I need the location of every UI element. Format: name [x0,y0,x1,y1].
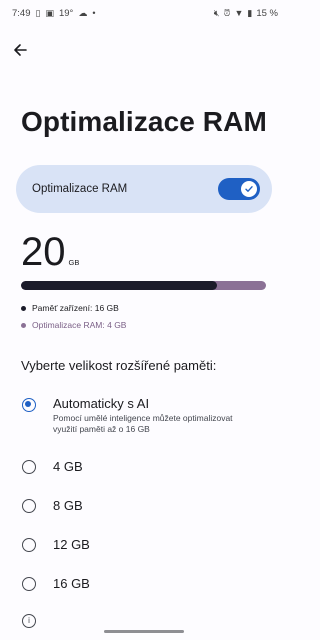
legend-device-label: Paměť zařízení: 16 GB [32,303,119,313]
ram-total-unit: GB [68,258,80,267]
status-bar: 7:49 ▯ ▣ 19° ☁ • 🔇︎ ⏰︎ ▼ ▮ 15 % [0,0,288,26]
radio-selected-icon[interactable] [22,398,36,412]
status-time: 7:49 [12,7,31,19]
radio-icon[interactable] [22,577,36,591]
option-auto-ai[interactable]: Automaticky s AI Pomocí umělé inteligenc… [14,396,274,435]
info-icon: i [22,614,36,628]
optimized-legend-dot [21,322,26,328]
option-4gb[interactable]: 4 GB [14,459,274,474]
image-icon: ▣ [45,7,54,18]
home-indicator[interactable] [104,630,184,633]
status-temperature: 19° [58,7,74,19]
ram-optimization-toggle-card[interactable]: Optimalizace RAM [16,165,272,213]
radio-icon[interactable] [22,499,36,513]
ram-usage-bar [21,281,266,290]
switch-knob [241,181,257,197]
option-8gb[interactable]: 8 GB [14,498,274,513]
device-memory-fill [21,281,217,290]
status-battery: 15 % [256,7,278,19]
option-label: 4 GB [53,459,83,474]
option-label: 12 GB [53,537,90,552]
option-description: Pomocí umělé inteligence můžete optimali… [53,413,233,434]
option-label: 16 GB [53,576,90,591]
legend-optimized-label: Optimalizace RAM: 4 GB [32,320,127,330]
wifi-icon: ▼ [234,7,244,18]
ram-total-number: 20 [21,230,66,274]
ram-total: 20 GB [21,232,79,272]
legend-ram-optimization: Optimalizace RAM: 4 GB [21,320,126,330]
option-label: 8 GB [53,498,83,513]
back-arrow-icon [14,44,27,56]
alarm-icon: ⏰︎ [223,7,231,18]
device-legend-dot [21,305,26,311]
cloud-icon: ☁ [78,7,88,18]
check-icon [245,186,253,192]
battery-icon: ▮ [247,7,253,18]
ram-optimization-switch[interactable] [218,178,260,200]
section-label: Vyberte velikost rozšířené paměti: [21,358,217,373]
option-label: Automaticky s AI [53,396,150,411]
legend-device-memory: Paměť zařízení: 16 GB [21,303,119,313]
back-button[interactable] [8,38,32,62]
notification-dot-icon: • [92,7,96,18]
radio-icon[interactable] [22,460,36,474]
option-12gb[interactable]: 12 GB [14,537,274,552]
battery-saver-icon: ▯ [35,7,41,18]
toggle-label: Optimalizace RAM [32,183,128,195]
page-title: Optimalizace RAM [21,106,267,137]
option-16gb[interactable]: 16 GB [14,576,274,591]
mute-icon: 🔇︎ [213,7,220,18]
radio-icon[interactable] [22,538,36,552]
